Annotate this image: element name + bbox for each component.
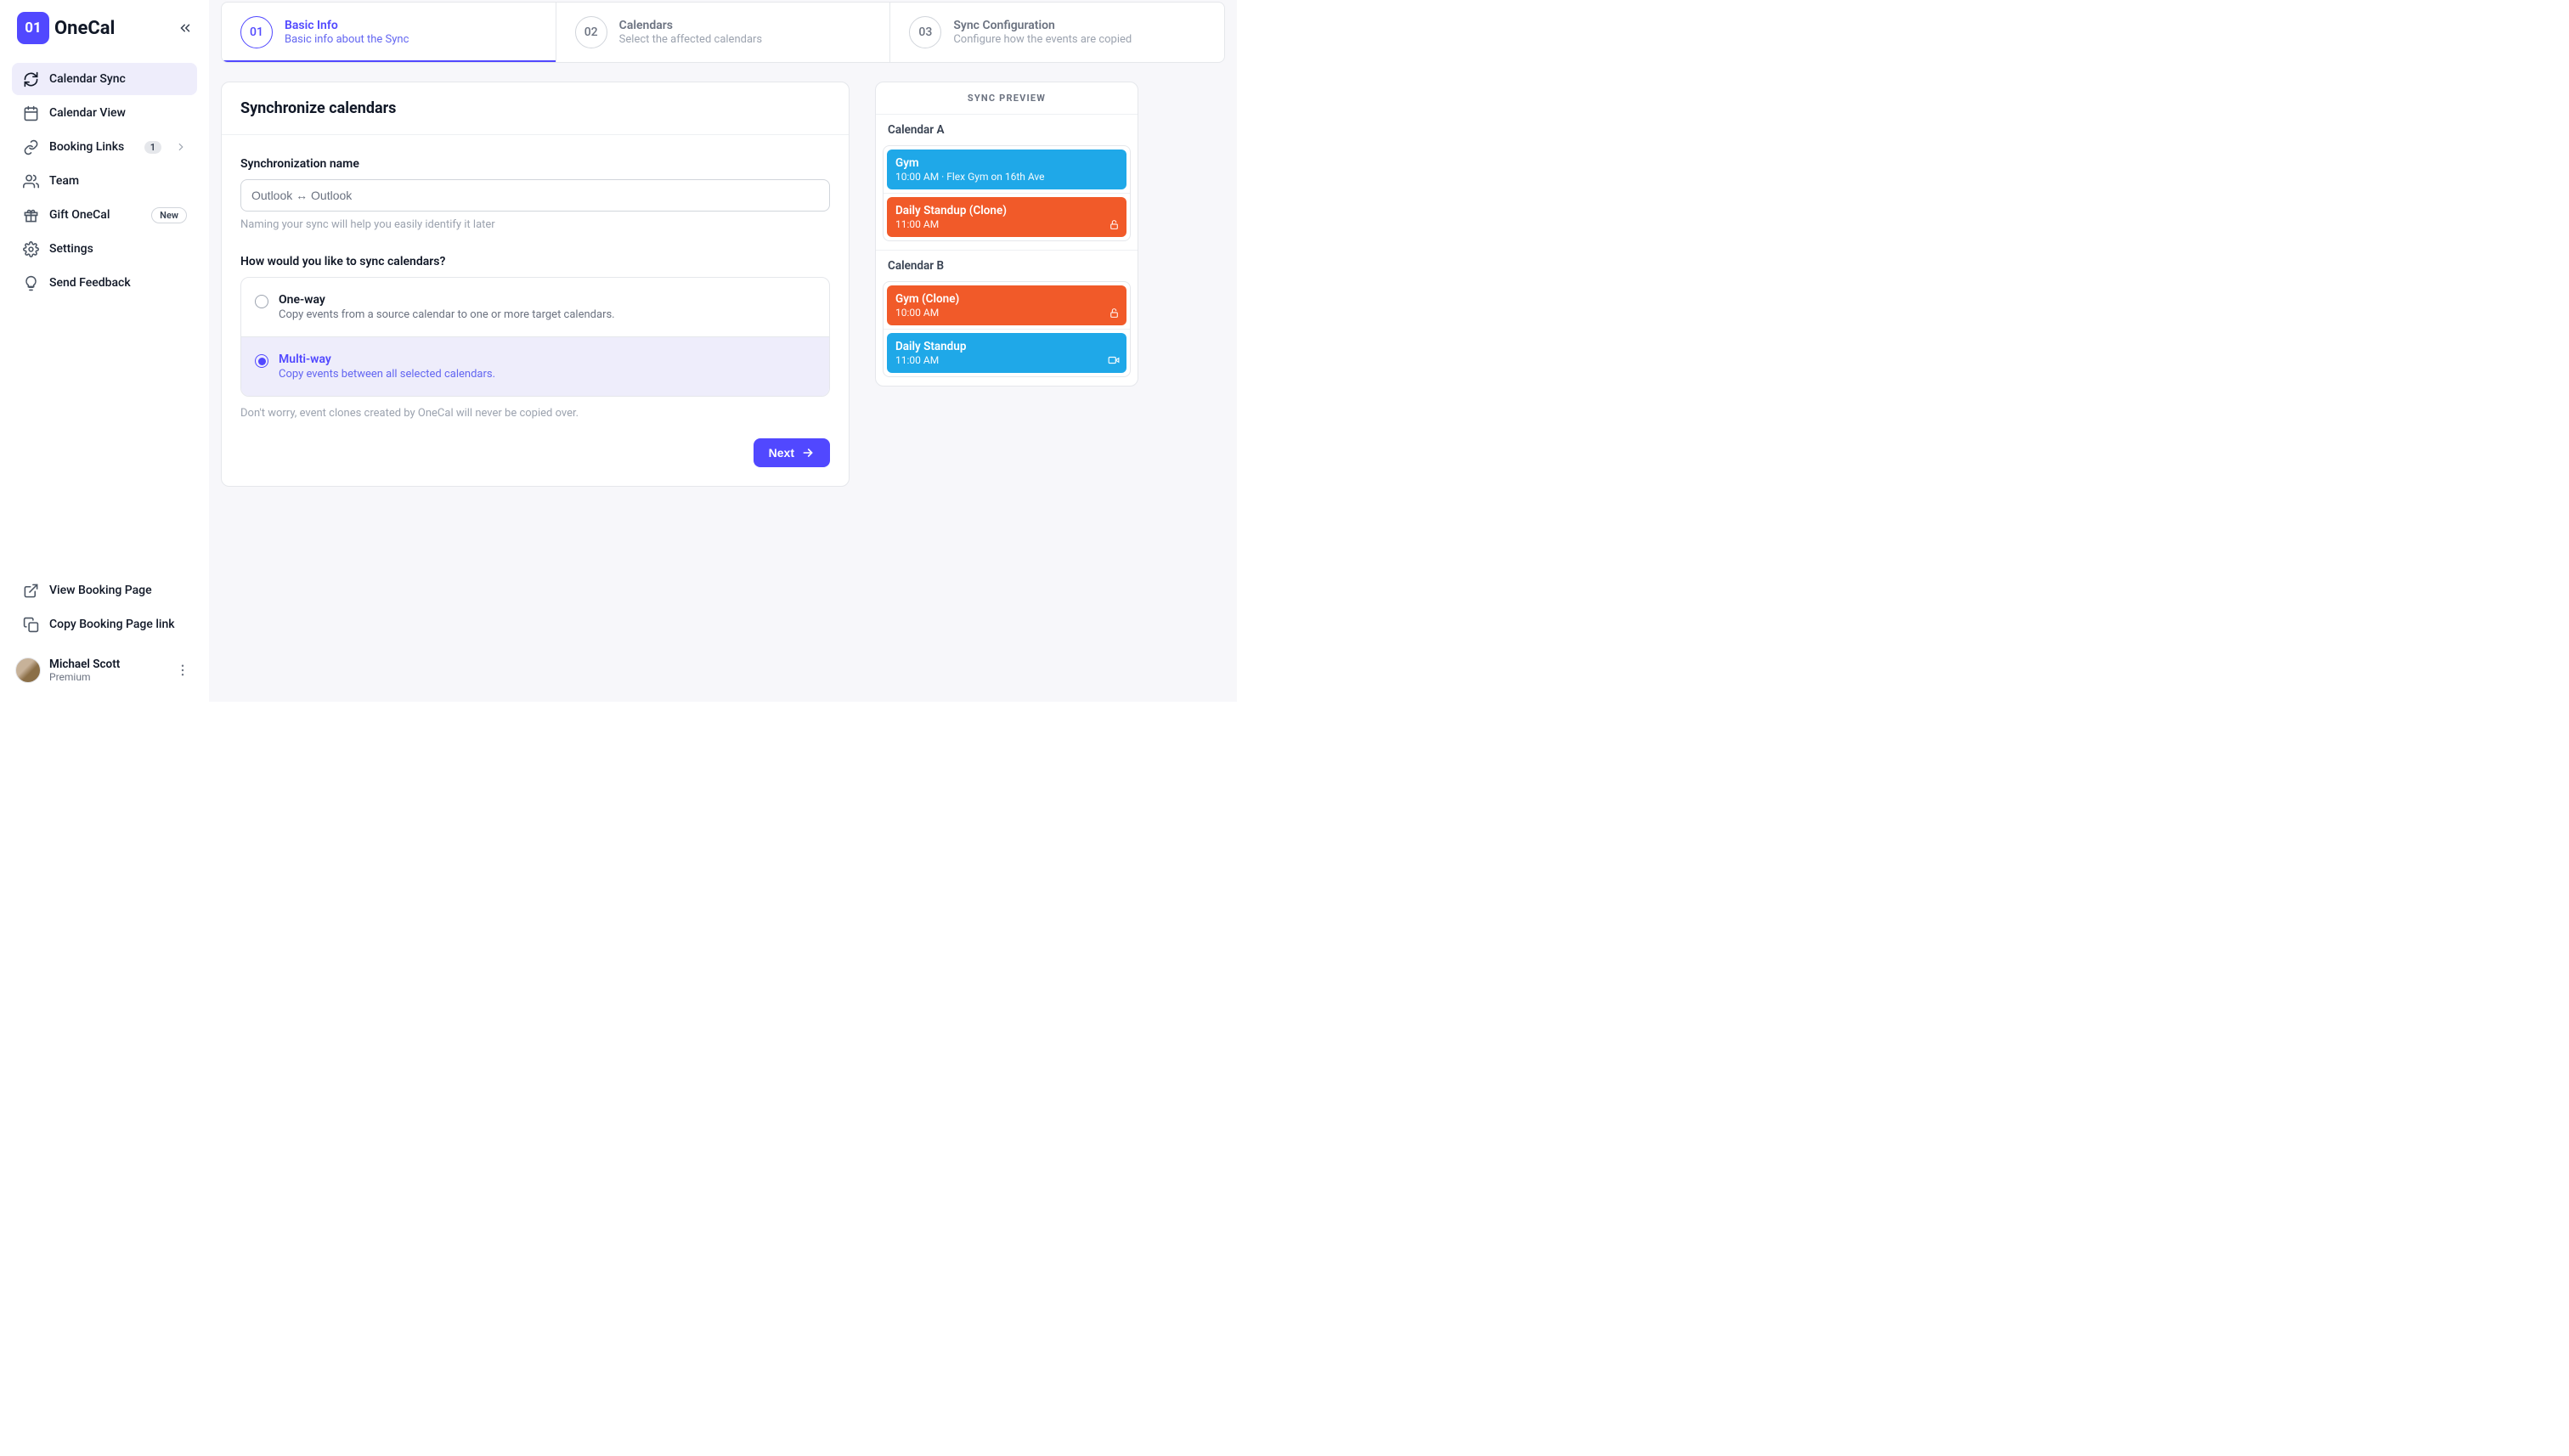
stepper: 01 Basic Info Basic info about the Sync … — [221, 2, 1225, 63]
lock-icon — [1109, 308, 1120, 319]
booking-links-count: 1 — [144, 141, 161, 154]
preview-calendar-b: Calendar B Gym (Clone) 10:00 AM — [876, 251, 1138, 386]
option-title: One-way — [279, 293, 615, 307]
sidebar-item-label: Send Feedback — [49, 276, 187, 290]
sidebar-item-calendar-view[interactable]: Calendar View — [12, 97, 197, 129]
step-title: Sync Configuration — [953, 19, 1132, 32]
radio-icon — [255, 295, 268, 308]
step-desc: Select the affected calendars — [619, 33, 762, 46]
sync-icon — [22, 71, 39, 87]
step-desc: Basic info about the Sync — [285, 33, 409, 46]
event-subtitle: 10:00 AM — [895, 307, 1118, 319]
sidebar-item-copy-booking-link[interactable]: Copy Booking Page link — [12, 608, 197, 641]
radio-multi-way[interactable]: Multi-way Copy events between all select… — [241, 336, 829, 396]
chevron-right-icon — [175, 141, 187, 153]
sync-card: Synchronize calendars Synchronization na… — [221, 82, 850, 487]
sidebar-item-label: View Booking Page — [49, 584, 187, 597]
user-name: Michael Scott — [49, 657, 163, 671]
event-subtitle: 11:00 AM — [895, 218, 1118, 230]
external-link-icon — [22, 582, 39, 599]
event-title: Daily Standup (Clone) — [895, 204, 1118, 217]
user-menu-button[interactable] — [172, 659, 194, 681]
step-number: 03 — [909, 16, 941, 48]
step-title: Calendars — [619, 19, 762, 32]
sync-name-input[interactable] — [240, 179, 830, 212]
preview-calendar-a: Calendar A Gym 10:00 AM · Flex Gym on 16… — [876, 115, 1138, 251]
gear-icon — [22, 240, 39, 257]
arrow-right-icon — [801, 446, 815, 460]
option-desc: Copy events from a source calendar to on… — [279, 308, 615, 321]
calendar-name: Calendar B — [876, 251, 1138, 281]
calendar-name: Calendar A — [876, 115, 1138, 145]
step-sync-config[interactable]: 03 Sync Configuration Configure how the … — [890, 3, 1224, 62]
event-title: Daily Standup — [895, 340, 1118, 353]
preview-event: Daily Standup (Clone) 11:00 AM — [887, 197, 1126, 237]
card-title: Synchronize calendars — [240, 99, 830, 117]
more-vertical-icon — [175, 663, 190, 678]
chevron-double-left-icon — [178, 20, 193, 36]
sidebar-item-label: Settings — [49, 242, 187, 256]
event-subtitle: 10:00 AM · Flex Gym on 16th Ave — [895, 171, 1118, 183]
lightbulb-icon — [22, 274, 39, 291]
sidebar-item-label: Team — [49, 174, 187, 188]
sidebar-item-booking-links[interactable]: Booking Links 1 — [12, 131, 197, 163]
preview-event: Gym 10:00 AM · Flex Gym on 16th Ave — [887, 150, 1126, 189]
radio-one-way[interactable]: One-way Copy events from a source calend… — [241, 278, 829, 336]
nav-list: Calendar Sync Calendar View Booking Link… — [12, 63, 197, 299]
sidebar-item-view-booking-page[interactable]: View Booking Page — [12, 574, 197, 607]
step-desc: Configure how the events are copied — [953, 33, 1132, 46]
step-number: 02 — [575, 16, 607, 48]
step-number: 01 — [240, 16, 273, 48]
sidebar-item-label: Calendar View — [49, 106, 187, 120]
event-subtitle: 11:00 AM — [895, 354, 1118, 366]
sync-mode-group: One-way Copy events from a source calend… — [240, 277, 830, 397]
step-calendars[interactable]: 02 Calendars Select the affected calenda… — [556, 3, 891, 62]
sidebar-item-label: Gift OneCal — [49, 208, 141, 222]
link-icon — [22, 138, 39, 155]
next-button[interactable]: Next — [754, 438, 830, 467]
sidebar: 01 OneCal Calendar Sync Calendar View — [0, 0, 209, 702]
logo-badge: 01 — [17, 12, 49, 44]
step-basic-info[interactable]: 01 Basic Info Basic info about the Sync — [222, 3, 556, 62]
sync-preview: SYNC PREVIEW Calendar A Gym 10:00 AM · F… — [875, 82, 1138, 387]
sidebar-item-label: Copy Booking Page link — [49, 618, 187, 631]
copy-icon — [22, 616, 39, 633]
sync-mode-label: How would you like to sync calendars? — [240, 255, 830, 268]
event-title: Gym (Clone) — [895, 292, 1118, 306]
logo-text: OneCal — [54, 18, 115, 39]
user-plan: Premium — [49, 671, 163, 683]
option-title: Multi-way — [279, 353, 495, 366]
sidebar-item-gift[interactable]: Gift OneCal New — [12, 199, 197, 231]
avatar — [15, 657, 41, 683]
sidebar-item-label: Calendar Sync — [49, 72, 187, 86]
option-desc: Copy events between all selected calenda… — [279, 368, 495, 381]
gift-icon — [22, 206, 39, 223]
user-profile[interactable]: Michael Scott Premium — [12, 651, 197, 690]
radio-icon — [255, 354, 268, 368]
sidebar-item-calendar-sync[interactable]: Calendar Sync — [12, 63, 197, 95]
next-button-label: Next — [769, 446, 794, 460]
logo[interactable]: 01 OneCal — [17, 12, 115, 44]
preview-event: Daily Standup 11:00 AM — [887, 333, 1126, 373]
lock-icon — [1109, 219, 1120, 230]
sidebar-item-team[interactable]: Team — [12, 165, 197, 197]
team-icon — [22, 172, 39, 189]
sidebar-item-settings[interactable]: Settings — [12, 233, 197, 265]
collapse-sidebar-button[interactable] — [173, 16, 197, 40]
sync-name-label: Synchronization name — [240, 157, 830, 171]
sync-name-helper: Naming your sync will help you easily id… — [240, 218, 830, 231]
preview-title: SYNC PREVIEW — [876, 82, 1138, 115]
calendar-icon — [22, 104, 39, 121]
step-title: Basic Info — [285, 19, 409, 32]
event-title: Gym — [895, 156, 1118, 170]
sidebar-item-label: Booking Links — [49, 140, 134, 154]
sync-mode-helper: Don't worry, event clones created by One… — [240, 407, 830, 420]
video-icon — [1108, 354, 1120, 366]
sidebar-item-feedback[interactable]: Send Feedback — [12, 267, 197, 299]
main: 01 Basic Info Basic info about the Sync … — [209, 0, 1237, 702]
preview-event: Gym (Clone) 10:00 AM — [887, 285, 1126, 325]
new-badge: New — [151, 207, 187, 223]
